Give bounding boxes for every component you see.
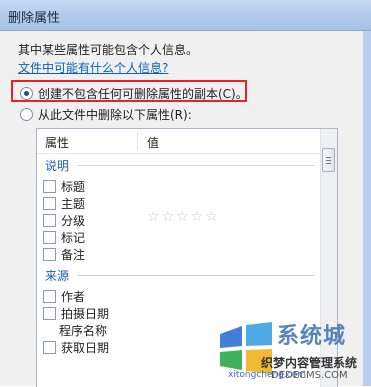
group-divider <box>77 165 315 166</box>
property-label: 分级 <box>61 214 86 228</box>
column-separator <box>137 132 138 150</box>
property-authors[interactable]: 作者 <box>43 288 85 305</box>
group-description-label: 说明 <box>45 159 70 173</box>
checkbox-icon[interactable] <box>43 197 56 210</box>
grip-line <box>326 163 331 164</box>
property-rating[interactable]: 分级 <box>43 212 85 229</box>
window-title: 删除属性 <box>8 11 61 26</box>
title-bar[interactable]: 删除属性 <box>0 0 371 31</box>
grip-line <box>326 160 331 161</box>
checkbox-icon[interactable] <box>43 307 56 320</box>
grip-line <box>326 157 331 158</box>
property-label: 标记 <box>61 231 86 245</box>
remove-properties-label: 从此文件中删除以下属性(R): <box>38 108 192 122</box>
property-program-name: 程序名称 <box>59 322 107 339</box>
radio-unselected-icon[interactable] <box>20 108 33 121</box>
property-tags[interactable]: 标记 <box>43 229 85 246</box>
property-date-acquired[interactable]: 获取日期 <box>43 339 109 356</box>
radio-selected-icon[interactable] <box>20 87 33 100</box>
checkbox-icon[interactable] <box>43 248 56 261</box>
property-label: 程序名称 <box>59 324 108 338</box>
property-comments[interactable]: 备注 <box>43 246 85 263</box>
property-label: 主题 <box>61 197 86 211</box>
create-copy-option[interactable]: 创建不包含任何可删除属性的副本(C)。 <box>20 85 248 102</box>
group-origin-label: 来源 <box>45 269 70 283</box>
watermark-url: xitongcheng.com <box>228 370 306 380</box>
checkbox-icon[interactable] <box>43 231 56 244</box>
info-text: 其中某些属性可能包含个人信息。 <box>18 43 199 57</box>
property-subject[interactable]: 主题 <box>43 195 85 212</box>
property-title[interactable]: 标题 <box>43 178 85 195</box>
group-origin: 来源 <box>45 267 315 284</box>
scrollbar-thumb[interactable] <box>322 148 335 172</box>
list-header: 属性 值 <box>37 129 320 154</box>
checkbox-icon[interactable] <box>43 180 56 193</box>
column-property[interactable]: 属性 <box>45 134 69 151</box>
group-divider <box>77 275 315 276</box>
remove-properties-option[interactable]: 从此文件中删除以下属性(R): <box>20 106 192 123</box>
checkbox-icon[interactable] <box>43 290 56 303</box>
property-date-taken[interactable]: 拍摄日期 <box>43 305 109 322</box>
personal-info-link[interactable]: 文件中可能有什么个人信息? <box>18 59 168 76</box>
watermark: 系统城 织梦内容管理系统 DEDECMS.COM xitongcheng.com <box>216 318 371 386</box>
watermark-brand: 系统城 <box>277 324 347 349</box>
property-label: 拍摄日期 <box>61 307 110 321</box>
checkbox-icon[interactable] <box>43 214 56 227</box>
checkbox-icon[interactable] <box>43 341 56 354</box>
create-copy-label: 创建不包含任何可删除属性的副本(C)。 <box>38 87 248 101</box>
rating-stars-icon[interactable]: ☆☆☆☆☆ <box>147 209 220 225</box>
property-label: 获取日期 <box>61 341 110 355</box>
group-description: 说明 <box>45 157 315 174</box>
property-label: 备注 <box>61 248 86 262</box>
property-label: 作者 <box>61 290 86 304</box>
property-label: 标题 <box>61 180 86 194</box>
column-value[interactable]: 值 <box>147 134 159 151</box>
watermark-subtitle: 织梦内容管理系统 <box>261 356 358 370</box>
